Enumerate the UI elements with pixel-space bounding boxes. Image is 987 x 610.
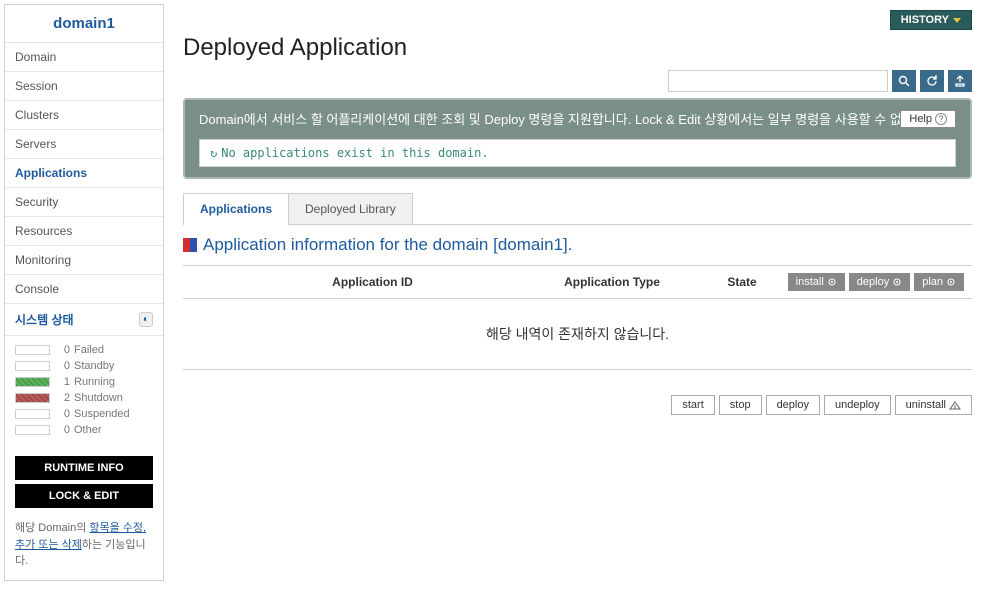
status-bar-running bbox=[15, 377, 50, 387]
tab-applications[interactable]: Applications bbox=[183, 193, 289, 224]
start-button[interactable]: start bbox=[671, 395, 714, 415]
status-bar-standby bbox=[15, 361, 50, 371]
help-icon: ? bbox=[935, 113, 947, 125]
status-bar-shutdown bbox=[15, 393, 50, 403]
table-header: Application ID Application Type State in… bbox=[183, 265, 972, 299]
refresh-button[interactable] bbox=[920, 70, 944, 92]
section-title: Application information for the domain [… bbox=[203, 235, 572, 255]
status-list: 0 Failed 0 Standby 1 Running 2 Shutdown … bbox=[5, 336, 163, 448]
page-title: Deployed Application bbox=[183, 34, 972, 62]
gear-icon bbox=[946, 277, 956, 287]
runtime-info-button[interactable]: RUNTIME INFO bbox=[15, 456, 153, 480]
status-shutdown: 2 Shutdown bbox=[15, 392, 153, 404]
uninstall-icon bbox=[949, 400, 961, 410]
section-header: Application information for the domain [… bbox=[183, 235, 972, 255]
bottom-actions: start stop deploy undeploy uninstall bbox=[183, 395, 972, 415]
search-input[interactable] bbox=[668, 70, 888, 92]
th-application-type: Application Type bbox=[532, 275, 692, 289]
status-running: 1 Running bbox=[15, 376, 153, 388]
help-button[interactable]: Help ? bbox=[900, 110, 956, 128]
main-content: HISTORY Deployed Application Domain에서 서비… bbox=[168, 0, 987, 585]
info-message: ↻No applications exist in this domain. bbox=[199, 139, 956, 167]
info-banner: Domain에서 서비스 할 어플리케이션에 대한 조회 및 Deploy 명령… bbox=[183, 98, 972, 179]
status-other: 0 Other bbox=[15, 424, 153, 436]
th-state: State bbox=[692, 275, 792, 289]
history-button[interactable]: HISTORY bbox=[890, 10, 972, 30]
search-icon bbox=[898, 75, 910, 87]
sidebar: domain1 Domain Session Clusters Servers … bbox=[4, 4, 164, 581]
status-toggle-icon[interactable]: ◐ bbox=[139, 312, 153, 327]
info-banner-text: Domain에서 서비스 할 어플리케이션에 대한 조회 및 Deploy 명령… bbox=[199, 110, 956, 131]
uninstall-button[interactable]: uninstall bbox=[895, 395, 972, 415]
status-failed: 0 Failed bbox=[15, 344, 153, 356]
status-bar-suspended bbox=[15, 409, 50, 419]
sidebar-item-security[interactable]: Security bbox=[5, 188, 163, 217]
plan-button[interactable]: plan bbox=[914, 273, 964, 291]
gear-icon bbox=[892, 277, 902, 287]
stop-button[interactable]: stop bbox=[719, 395, 762, 415]
sidebar-item-session[interactable]: Session bbox=[5, 72, 163, 101]
system-status-label: 시스템 상태 bbox=[15, 311, 74, 328]
refresh-icon bbox=[926, 75, 938, 87]
status-bar-failed bbox=[15, 345, 50, 355]
deploy-button[interactable]: deploy bbox=[766, 395, 820, 415]
sidebar-item-applications[interactable]: Applications bbox=[5, 159, 163, 188]
sidebar-item-clusters[interactable]: Clusters bbox=[5, 101, 163, 130]
status-standby: 0 Standby bbox=[15, 360, 153, 372]
sidebar-item-monitoring[interactable]: Monitoring bbox=[5, 246, 163, 275]
message-refresh-icon: ↻ bbox=[210, 146, 217, 160]
undeploy-button[interactable]: undeploy bbox=[824, 395, 891, 415]
chevron-down-icon bbox=[953, 18, 961, 23]
sidebar-item-servers[interactable]: Servers bbox=[5, 130, 163, 159]
search-button[interactable] bbox=[892, 70, 916, 92]
gear-icon bbox=[827, 277, 837, 287]
status-bar-other bbox=[15, 425, 50, 435]
sidebar-description: 해당 Domain의 항목을 수정, 추가 또는 삭제하는 기능입니다. bbox=[5, 520, 163, 580]
sidebar-item-domain[interactable]: Domain bbox=[5, 43, 163, 72]
domain-title: domain1 bbox=[5, 5, 163, 43]
export-icon bbox=[954, 75, 966, 87]
sidebar-item-console[interactable]: Console bbox=[5, 275, 163, 304]
install-button[interactable]: install bbox=[788, 273, 845, 291]
deploy-header-button[interactable]: deploy bbox=[849, 273, 910, 291]
status-suspended: 0 Suspended bbox=[15, 408, 153, 420]
th-application-id: Application ID bbox=[213, 275, 532, 289]
sidebar-item-resources[interactable]: Resources bbox=[5, 217, 163, 246]
export-button[interactable] bbox=[948, 70, 972, 92]
tabs: Applications Deployed Library bbox=[183, 193, 972, 225]
system-status-header: 시스템 상태 ◐ bbox=[5, 304, 163, 336]
table-empty-message: 해당 내역이 존재하지 않습니다. bbox=[183, 299, 972, 370]
section-icon bbox=[183, 238, 197, 252]
lock-edit-button[interactable]: LOCK & EDIT bbox=[15, 484, 153, 508]
tab-deployed-library[interactable]: Deployed Library bbox=[288, 193, 413, 224]
